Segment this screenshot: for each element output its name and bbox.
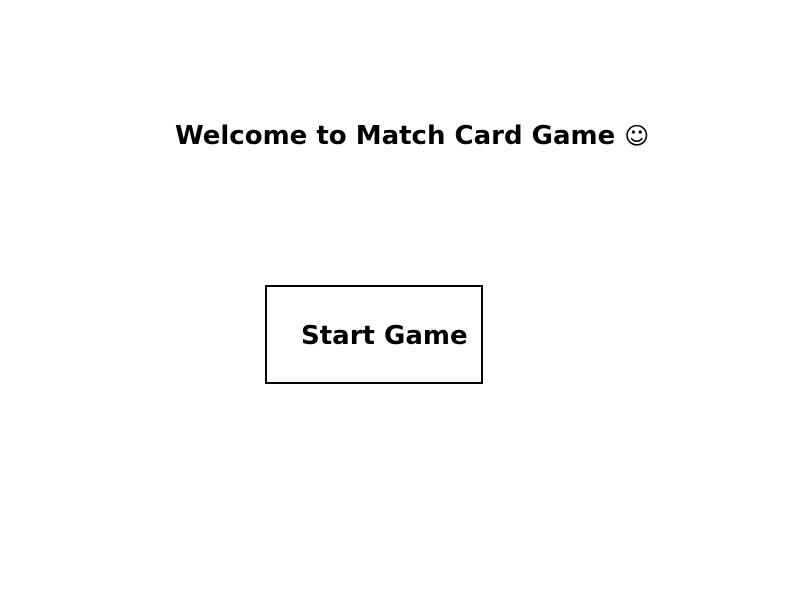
game-start-screen: Welcome to Match Card Game ☺ Start Game xyxy=(0,0,800,600)
start-game-label: Start Game xyxy=(301,321,468,351)
smiley-face-icon: ☺ xyxy=(624,122,650,150)
welcome-header: Welcome to Match Card Game ☺ xyxy=(175,117,649,155)
welcome-title: Welcome to Match Card Game xyxy=(175,121,616,151)
start-game-button[interactable]: Start Game xyxy=(265,285,483,384)
